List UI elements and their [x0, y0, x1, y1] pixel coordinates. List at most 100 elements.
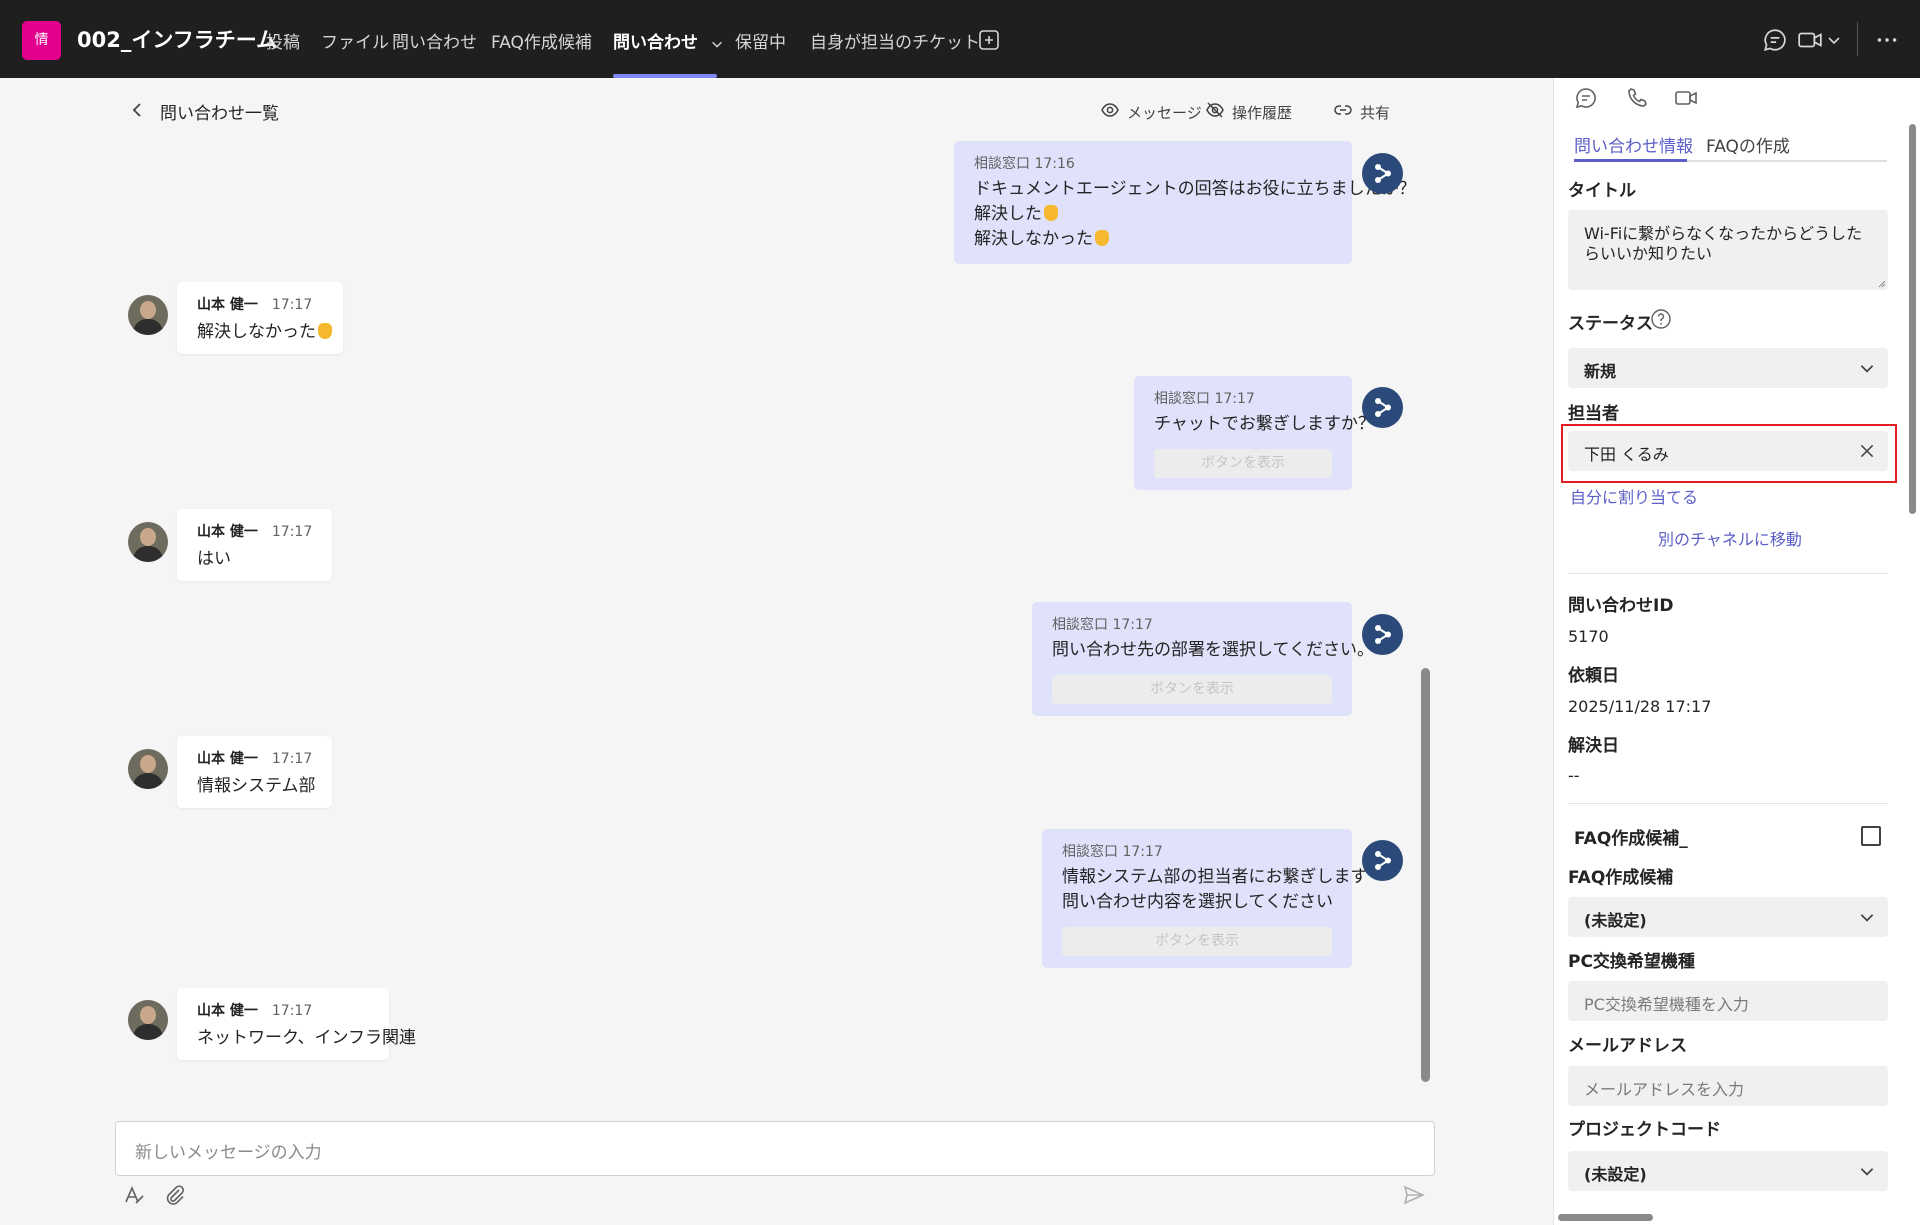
tab-faq-create[interactable]: FAQの作成 — [1706, 132, 1790, 157]
tab-on-hold[interactable]: 保留中 — [735, 28, 786, 53]
project-code-select[interactable]: (未設定) — [1568, 1151, 1888, 1191]
message-time: 17:17 — [271, 751, 313, 767]
sender-name: 山本 健一 — [197, 751, 258, 767]
request-date-value: 2025/11/28 17:17 — [1568, 697, 1712, 716]
resolved-date-value: -- — [1568, 766, 1580, 785]
tab-faq-candidates[interactable]: FAQ作成候補 — [491, 28, 592, 53]
sender-name: 山本 健一 — [197, 1003, 258, 1019]
eye-off-icon — [1205, 100, 1225, 124]
bot-message-meta: 相談窓口 17:16 — [974, 156, 1075, 172]
back-to-inquiry-list[interactable]: 問い合わせ一覧 — [160, 99, 279, 124]
chat-icon[interactable] — [1762, 27, 1788, 53]
status-select[interactable]: 新規 — [1568, 348, 1888, 388]
top-bar-divider — [1857, 22, 1858, 56]
message-time: 17:17 — [271, 297, 313, 313]
faq-candidate-value: (未設定) — [1584, 911, 1647, 930]
bot-message-text: 問い合わせ先の部署を選択してください。 — [1052, 640, 1374, 660]
status-value: 新規 — [1584, 362, 1617, 381]
video-options-chevron-icon[interactable] — [1826, 32, 1842, 48]
assign-to-self-link[interactable]: 自分に割り当てる — [1570, 484, 1698, 508]
assignee-label: 担当者 — [1568, 404, 1619, 424]
message-text: ネットワーク、インフラ関連 — [197, 1028, 416, 1048]
bot-message-text: チャットでお繋ぎしますか？ — [1154, 414, 1375, 434]
message-time: 17:17 — [271, 524, 313, 540]
add-tab-icon[interactable] — [977, 28, 1001, 52]
panel-active-tab-indicator — [1574, 159, 1687, 162]
history-view-button[interactable]: 操作履歴 — [1205, 100, 1292, 124]
chevron-down-icon — [710, 36, 724, 50]
chevron-down-icon — [1858, 908, 1876, 926]
panel-scrollbar[interactable] — [1909, 124, 1916, 514]
message-compose-box[interactable]: 新しいメッセージの入力 — [115, 1121, 1435, 1176]
video-icon[interactable] — [1797, 27, 1823, 53]
title-value: Wi-Fiに繋がらなくなったからどうしたらいいか知りたい — [1584, 224, 1863, 263]
panel-video-icon[interactable] — [1674, 86, 1698, 110]
send-icon[interactable] — [1402, 1183, 1426, 1207]
messages-view-label: メッセージ — [1127, 103, 1202, 122]
show-buttons-button[interactable]: ボタンを表示 — [1062, 927, 1332, 956]
user-message: 山本 健一 17:17 ネットワーク、インフラ関連 — [177, 988, 416, 1060]
tab-inquiry-info[interactable]: 問い合わせ情報 — [1574, 132, 1693, 157]
inquiry-info-panel: 問い合わせ情報 FAQの作成 タイトル Wi-Fiに繋がらなくなったからどうした… — [1553, 78, 1920, 1225]
panel-horizontal-scrollbar[interactable] — [1558, 1214, 1653, 1221]
bot-message-meta: 相談窓口 17:17 — [1062, 844, 1163, 860]
project-code-value: (未設定) — [1584, 1165, 1647, 1184]
tab-my-tickets[interactable]: 自身が担当のチケット — [810, 28, 980, 53]
format-icon[interactable] — [122, 1183, 146, 1207]
phone-icon[interactable] — [1625, 86, 1649, 110]
faq-candidate-checkbox[interactable] — [1861, 826, 1881, 846]
panel-chat-icon[interactable] — [1574, 86, 1598, 110]
message-time: 17:17 — [271, 1003, 313, 1019]
eye-icon — [1100, 100, 1120, 124]
team-avatar[interactable]: 情 — [22, 21, 61, 60]
resolved-option[interactable]: 解決した — [974, 204, 1042, 224]
pc-model-input[interactable]: PC交換希望機種を入力 — [1568, 981, 1888, 1021]
bot-message-text: 情報システム部の担当者にお繋ぎします 問い合わせ内容を選択してください — [1062, 867, 1368, 912]
resize-handle-icon[interactable] — [1876, 278, 1886, 288]
bot-message: 相談窓口 17:17 情報システム部の担当者にお繋ぎします 問い合わせ内容を選択… — [1042, 829, 1368, 968]
faq-candidate-select[interactable]: (未設定) — [1568, 897, 1888, 937]
title-label: タイトル — [1568, 181, 1636, 201]
team-name[interactable]: 002_インフラチーム — [77, 24, 277, 54]
move-to-channel-link[interactable]: 別のチャネルに移動 — [1658, 526, 1802, 550]
messages-view-button[interactable]: メッセージ — [1100, 100, 1202, 124]
email-placeholder: メールアドレスを入力 — [1584, 1080, 1745, 1099]
avatar[interactable] — [128, 295, 168, 335]
attach-icon[interactable] — [163, 1183, 187, 1207]
faq-candidate-check-label: FAQ作成候補_ — [1574, 829, 1688, 849]
tab-files[interactable]: ファイル — [321, 28, 389, 53]
chat-scrollbar[interactable] — [1421, 668, 1430, 1082]
message-text: 解決しなかった — [197, 317, 332, 342]
avatar[interactable] — [128, 522, 168, 562]
thumbs-up-icon — [1044, 205, 1058, 221]
thumbs-down-icon — [1095, 230, 1109, 246]
share-button[interactable]: 共有 — [1333, 100, 1390, 124]
avatar[interactable] — [128, 749, 168, 789]
thumbs-down-icon — [318, 323, 332, 339]
bot-avatar-icon — [1362, 153, 1403, 194]
user-message: 山本 健一 17:17 情報システム部 — [177, 736, 332, 808]
message-text: 情報システム部 — [197, 776, 316, 796]
tab-inquiry-active[interactable]: 問い合わせ — [613, 28, 724, 53]
not-resolved-option[interactable]: 解決しなかった — [974, 229, 1093, 249]
top-bar: 情 002_インフラチーム 投稿 ファイル 問い合わせ FAQ作成候補 問い合わ… — [0, 0, 1920, 78]
project-code-label: プロジェクトコード — [1568, 1120, 1721, 1140]
inquiry-id-label: 問い合わせID — [1568, 596, 1674, 616]
pc-model-label: PC交換希望機種 — [1568, 952, 1695, 972]
help-icon[interactable] — [1650, 308, 1672, 330]
tab-posts[interactable]: 投稿 — [266, 28, 300, 53]
panel-divider — [1568, 803, 1888, 804]
back-chevron-icon[interactable] — [127, 100, 147, 120]
panel-divider — [1568, 573, 1888, 574]
tab-inquiry-active-label: 問い合わせ — [613, 33, 698, 53]
bot-message-meta: 相談窓口 17:17 — [1052, 617, 1153, 633]
show-buttons-button[interactable]: ボタンを表示 — [1154, 449, 1332, 478]
tab-inquiries[interactable]: 問い合わせ — [392, 28, 477, 53]
email-input[interactable]: メールアドレスを入力 — [1568, 1066, 1888, 1106]
user-message: 山本 健一 17:17 はい — [177, 509, 332, 581]
history-view-label: 操作履歴 — [1232, 103, 1293, 122]
title-textarea[interactable]: Wi-Fiに繋がらなくなったからどうしたらいいか知りたい — [1568, 210, 1888, 290]
avatar[interactable] — [128, 1000, 168, 1040]
show-buttons-button[interactable]: ボタンを表示 — [1052, 675, 1332, 704]
more-icon[interactable] — [1874, 27, 1900, 53]
